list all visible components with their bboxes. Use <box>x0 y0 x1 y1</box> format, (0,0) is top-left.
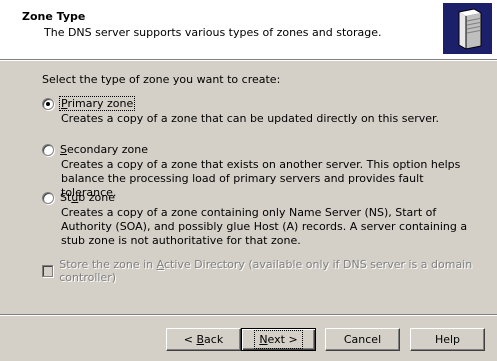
server-icon <box>443 3 492 54</box>
radio-primary-zone[interactable]: Primary zone <box>42 96 136 111</box>
cancel-button[interactable]: Cancel <box>325 328 400 351</box>
stub-zone-label[interactable]: Stub zone <box>60 191 115 204</box>
radio-secondary-zone[interactable]: Secondary zone <box>42 143 148 156</box>
back-button[interactable]: < Back <box>166 328 241 351</box>
primary-zone-description: Creates a copy of a zone that can be upd… <box>61 112 440 125</box>
stub-zone-description: Creates a copy of a zone containing only… <box>61 206 468 247</box>
secondary-zone-description: Creates a copy of a zone that exists on … <box>61 158 461 199</box>
secondary-zone-label[interactable]: Secondary zone <box>60 143 148 156</box>
header-separator <box>0 59 497 61</box>
page-title: Zone Type <box>22 10 86 23</box>
radio-button-primary[interactable] <box>42 97 54 110</box>
footer-separator <box>0 314 497 316</box>
help-button[interactable]: Help <box>410 328 485 351</box>
store-in-ad-label: Store the zone in Active Directory (avai… <box>59 258 473 284</box>
zone-type-prompt: Select the type of zone you want to crea… <box>42 73 281 86</box>
next-button[interactable]: Next > <box>241 328 316 351</box>
store-in-ad-checkbox-row: Store the zone in Active Directory (avai… <box>42 258 497 284</box>
radio-button-secondary[interactable] <box>42 143 54 156</box>
radio-button-stub[interactable] <box>42 191 54 204</box>
store-in-ad-checkbox <box>42 265 54 277</box>
wizard-header: Zone Type The DNS server supports variou… <box>0 0 497 59</box>
radio-stub-zone[interactable]: Stub zone <box>42 191 115 204</box>
page-subtitle: The DNS server supports various types of… <box>44 26 382 39</box>
primary-zone-label[interactable]: Primary zone <box>58 96 136 111</box>
